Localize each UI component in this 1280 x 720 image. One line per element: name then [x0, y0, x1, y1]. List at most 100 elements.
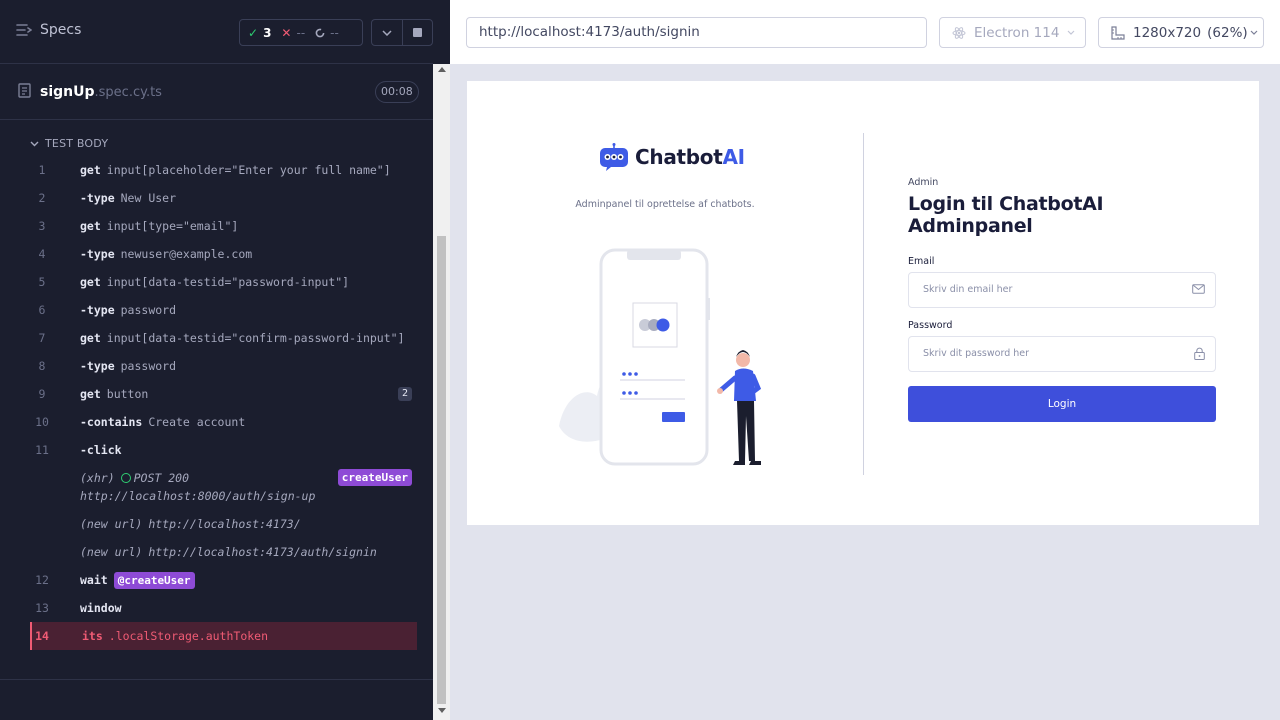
command-row[interactable]: 2 -type New User — [30, 184, 417, 212]
command-message: Create account — [148, 415, 246, 429]
pending-count: -- — [330, 25, 339, 40]
cross-icon: ✕ — [281, 25, 292, 40]
spec-duration: 00:08 — [375, 81, 419, 103]
command-name: -type — [80, 247, 115, 261]
command-row[interactable]: 1 get input[placeholder="Enter your full n… — [30, 156, 417, 184]
specs-button[interactable]: Specs — [16, 22, 81, 38]
command-message: .localStorage.authToken — [108, 629, 269, 643]
command-number: 11 — [35, 443, 49, 457]
viewport-selector[interactable]: 1280x720 (62%) — [1098, 17, 1264, 48]
command-name: get — [80, 275, 101, 289]
command-name: its — [82, 629, 103, 643]
failed-count: -- — [296, 25, 306, 40]
check-icon: ✓ — [248, 25, 259, 40]
status-dot-icon — [120, 473, 131, 483]
new-url-event-row[interactable]: (new url) http://localhost:4173/auth/sign… — [30, 538, 417, 566]
password-label: Password — [908, 320, 953, 331]
event-url: http://localhost:4173/auth/signin — [148, 545, 377, 559]
scroll-down-arrow-icon[interactable] — [438, 708, 446, 713]
command-message: input[type="email"] — [106, 219, 239, 233]
event-url: http://localhost:4173/ — [148, 517, 301, 531]
ruler-icon — [1111, 25, 1125, 40]
command-row[interactable]: 5 get input[data-testid="password-input"] — [30, 268, 417, 296]
browser-selector[interactable]: Electron 114 — [939, 17, 1086, 48]
password-placeholder: Skriv dit password her — [923, 348, 1030, 359]
password-field[interactable]: Skriv dit password her — [908, 336, 1216, 372]
file-icon — [18, 83, 31, 98]
command-number: 12 — [35, 573, 49, 587]
stop-icon — [412, 28, 422, 37]
scroll-up-arrow-icon[interactable] — [438, 67, 446, 72]
panel-divider — [0, 679, 433, 680]
command-number: 6 — [38, 303, 46, 317]
app-under-test-frame: ChatbotAI Adminpanel til oprettelse af c… — [467, 81, 1259, 525]
command-row[interactable]: 3 get input[type="email"] — [30, 212, 417, 240]
command-row[interactable]: 7 get input[data-testid="confirm-password-… — [30, 324, 417, 352]
test-body-header[interactable]: TEST BODY — [30, 137, 108, 150]
command-number: 14 — [35, 629, 49, 643]
command-name: -type — [80, 359, 115, 373]
spec-header: signUp.spec.cy.ts 00:08 — [0, 64, 433, 120]
chevron-down-icon — [1250, 30, 1258, 35]
command-row[interactable]: 9 get button 2 — [30, 380, 417, 408]
login-heading: Login til ChatbotAI Adminpanel — [908, 193, 1104, 237]
command-name: -contains — [80, 415, 143, 429]
passed-stat: ✓ 3 — [248, 26, 271, 40]
pending-icon — [315, 28, 325, 37]
url-bar[interactable]: http://localhost:4173/auth/signin — [466, 17, 927, 48]
viewport-size: 1280x720 — [1133, 24, 1202, 41]
viewport-scale: (62%) — [1207, 24, 1248, 41]
email-field[interactable]: Skriv din email her — [908, 272, 1216, 308]
login-button[interactable]: Login — [908, 386, 1216, 422]
command-message: newuser@example.com — [120, 247, 253, 261]
brand-name-main: Chatbot — [635, 145, 723, 169]
mail-icon — [1192, 284, 1205, 294]
command-row[interactable]: 10 -contains Create account — [30, 408, 417, 436]
alias-badge: @createUser — [113, 572, 195, 589]
command-name: get — [80, 387, 101, 401]
vertical-divider — [863, 133, 864, 475]
email-label: Email — [908, 256, 935, 267]
command-message: New User — [120, 191, 177, 205]
expand-dropdown-button[interactable] — [372, 20, 402, 45]
command-row[interactable]: 13 window — [30, 594, 417, 622]
command-row[interactable]: 6 -type password — [30, 296, 417, 324]
element-count-badge: 2 — [397, 387, 412, 401]
command-name: -type — [80, 303, 115, 317]
command-row[interactable]: 12 wait @createUser — [30, 566, 417, 594]
command-number: 1 — [38, 163, 46, 177]
brand-name: ChatbotAI — [635, 145, 745, 169]
failed-command-row[interactable]: 14 its .localStorage.authToken — [30, 622, 417, 650]
specs-list-icon — [16, 24, 32, 36]
lock-icon — [1194, 347, 1205, 360]
specs-label: Specs — [40, 22, 82, 38]
command-row[interactable]: 4 -type newuser@example.com — [30, 240, 417, 268]
command-message: input[data-testid="confirm-password-inpu… — [106, 331, 405, 345]
command-number: 2 — [38, 191, 46, 205]
aut-header: http://localhost:4173/auth/signin Electr… — [450, 0, 1280, 64]
command-name: wait — [80, 573, 108, 587]
command-row[interactable]: 8 -type password — [30, 352, 417, 380]
command-message: button — [106, 387, 149, 401]
chevron-down-icon — [1068, 30, 1075, 35]
command-row[interactable]: 11 -click — [30, 436, 417, 464]
email-placeholder: Skriv din email her — [923, 284, 1013, 295]
xhr-status: POST 200 — [133, 471, 190, 485]
test-stats: ✓ 3 ✕ -- -- — [239, 19, 363, 46]
spec-extension: .spec.cy.ts — [94, 85, 162, 100]
command-name: window — [80, 601, 122, 615]
command-name: get — [80, 163, 101, 177]
event-label: (new url) — [80, 545, 143, 559]
xhr-event-row[interactable]: (xhr) POST 200 http://localhost:8000/auth… — [30, 464, 417, 510]
electron-icon — [952, 26, 966, 39]
scrollbar-thumb[interactable] — [437, 236, 446, 704]
form-eyebrow: Admin — [908, 177, 939, 188]
stop-button[interactable] — [401, 20, 433, 45]
command-number: 13 — [35, 601, 49, 615]
command-number: 5 — [38, 275, 46, 289]
section-title: TEST BODY — [45, 137, 109, 150]
new-url-event-row[interactable]: (new url) http://localhost:4173/ — [30, 510, 417, 538]
passed-count: 3 — [263, 25, 272, 40]
runner-controls — [371, 19, 433, 46]
tagline: Adminpanel til oprettelse af chatbots. — [575, 199, 755, 210]
